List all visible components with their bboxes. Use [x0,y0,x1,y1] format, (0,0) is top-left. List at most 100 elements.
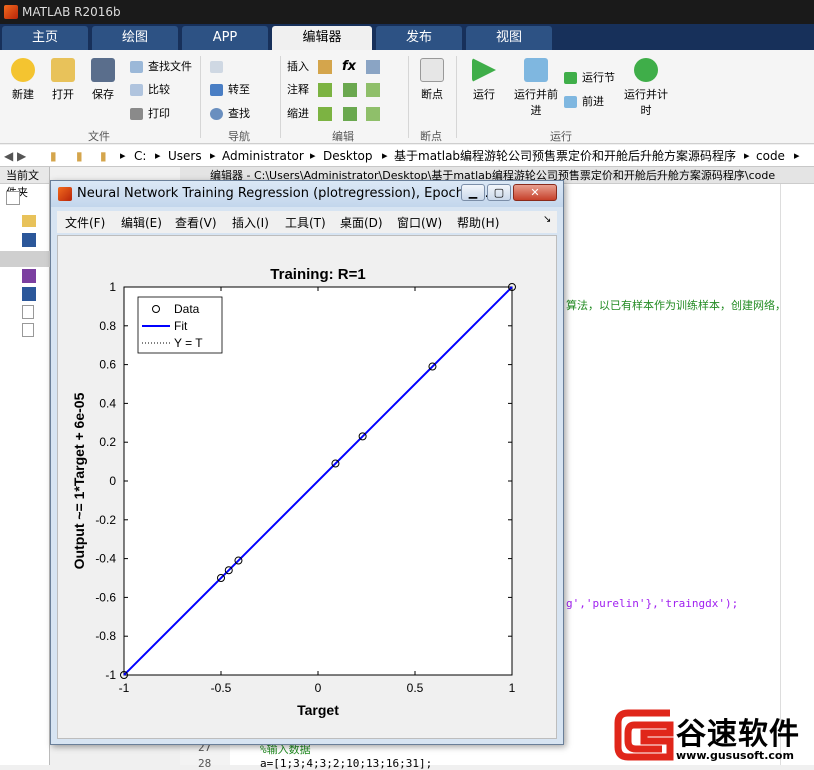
legend-data-label: Data [174,302,200,316]
x-tick-label: 0 [315,681,322,695]
y-tick-label: -0.6 [95,590,116,604]
breakpoints-button[interactable]: 断点 [414,58,450,102]
plus-icon [11,58,35,82]
x-tick-label: 1 [509,681,516,695]
goto-button[interactable]: 转至 [208,81,250,99]
find-files-button[interactable]: 查找文件 [128,58,192,76]
run-button[interactable]: 运行 [466,58,502,102]
dock-arrow-icon[interactable]: ↘ [543,214,551,225]
wrap-icon[interactable] [366,83,380,97]
app-title: MATLAB R2016b [22,5,121,19]
indent-icon[interactable] [318,107,332,121]
ribbon-tabs: 主页 绘图 APP 编辑器 发布 视图 [0,24,814,50]
find-files-icon [130,61,143,73]
search-icon [210,108,223,120]
maximize-button[interactable]: ▢ [487,184,511,201]
advance-icon [564,96,577,108]
watermark-url: www.gususoft.com [676,749,794,762]
folder-up-icon[interactable]: ▮ [50,145,57,167]
code-comment-line[interactable]: 算法，以已有样本作为训练样本，创建网络， [566,297,786,313]
text-file-icon[interactable] [22,305,34,319]
current-folder-panel: 当前文件夹 [0,167,50,765]
code-line-newff[interactable]: g','purelin'},'traingdx'); [566,597,738,610]
menu-window[interactable]: 窗口(W) [397,214,442,231]
word-doc-icon[interactable] [22,287,36,301]
tab-apps[interactable]: APP [182,26,268,50]
run-and-time-button[interactable]: 运行并计时 [624,58,668,118]
decrease-indent-icon[interactable] [366,107,380,121]
back-forward-arrows[interactable] [208,58,228,76]
fx-menu-icon[interactable] [366,60,380,74]
close-button[interactable]: ✕ [513,184,557,201]
edit-group-label: 编辑 [332,130,354,143]
tab-view[interactable]: 视图 [466,26,552,50]
run-advance-icon [524,58,548,82]
breadcrumb-code[interactable]: code [756,145,785,167]
watermark-name: 谷速软件 [676,717,800,752]
breadcrumb-administrator[interactable]: Administrator [222,145,304,167]
run-group-label: 运行 [550,130,572,143]
folder-icon[interactable] [22,215,36,227]
breadcrumb-project-folder[interactable]: 基于matlab编程游轮公司预售票定价和开舱后升舱方案源码程序 [394,145,736,167]
y-tick-label: -0.2 [95,513,116,527]
y-tick-label: 0.6 [99,358,116,372]
print-button[interactable]: 打印 [128,105,170,123]
run-advance-button[interactable]: 运行并前进 [514,58,558,118]
menu-file[interactable]: 文件(F) [65,214,105,231]
breadcrumb-c[interactable]: C: [134,145,146,167]
menu-edit[interactable]: 编辑(E) [121,214,162,231]
x-tick-label: -1 [119,681,130,695]
code-line-28[interactable]: a=[1;3;4;3;2;10;13;16;31]; [260,757,432,770]
find-button[interactable]: 查找 [208,105,250,123]
tab-home[interactable]: 主页 [2,26,88,50]
save-button[interactable]: 保存 [86,58,120,102]
back-arrow-icon[interactable]: ◀ ▶ [4,145,26,167]
menu-insert[interactable]: 插入(I) [232,214,269,231]
indent-button[interactable]: 缩进 [285,105,309,123]
percent-icon[interactable] [318,83,332,97]
selected-file-row[interactable] [0,251,50,267]
tab-plots[interactable]: 绘图 [92,26,178,50]
fx-button[interactable]: fx [340,58,356,76]
text-file-icon[interactable] [22,323,34,337]
breakpoint-icon [420,58,444,82]
word-doc-icon[interactable] [22,233,36,247]
tab-publish[interactable]: 发布 [376,26,462,50]
x-axis-label: Target [297,702,339,718]
figure-window[interactable]: Neural Network Training Regression (plot… [50,180,564,745]
comment-button[interactable]: 注释 [285,81,309,99]
browse-folder-icon[interactable]: ▮ [76,145,83,167]
breakpoint-group-label: 断点 [420,130,442,143]
matlab-figure-icon [58,187,72,201]
open-button[interactable]: 打开 [46,58,80,102]
menu-desktop[interactable]: 桌面(D) [340,214,383,231]
menu-tools[interactable]: 工具(T) [285,214,326,231]
y-tick-label: 0.2 [99,435,116,449]
app-titlebar: MATLAB R2016b [0,0,814,24]
root-folder-icon[interactable]: ▮ [100,145,107,167]
run-section-button[interactable]: 运行节 [562,69,615,87]
regression-plot: Training: R=1 -1 -0.5 0 0.5 1 -1 -0.8 -0.6 -0.4 -0… [71,266,516,718]
breadcrumb-desktop[interactable]: Desktop [323,145,373,167]
uncomment-icon[interactable] [343,83,357,97]
address-bar[interactable]: ◀ ▶ ▮ ▮ ▮ ▸ C: ▸ Users ▸ Administrator ▸… [0,145,814,167]
advance-button[interactable]: 前进 [562,93,604,111]
breadcrumb-users[interactable]: Users [168,145,202,167]
rar-archive-icon[interactable] [22,269,36,283]
file-group-label: 文件 [88,130,110,143]
y-tick-label: 0.8 [99,319,116,333]
tab-editor[interactable]: 编辑器 [272,26,372,50]
increase-indent-icon[interactable] [343,107,357,121]
legend-identity-label: Y = T [174,336,203,350]
floppy-icon [91,58,115,82]
arrow-icon [210,61,223,73]
file-icon[interactable] [6,191,20,205]
insert-button[interactable]: 插入 [285,58,309,76]
menu-view[interactable]: 查看(V) [175,214,217,231]
y-tick-label: 0 [109,474,116,488]
menu-help[interactable]: 帮助(H) [457,214,499,231]
minimize-button[interactable]: ▁ [461,184,485,201]
new-button[interactable]: 新建 [6,58,40,102]
insert-section-icon[interactable] [318,60,332,74]
compare-button[interactable]: 比较 [128,81,170,99]
